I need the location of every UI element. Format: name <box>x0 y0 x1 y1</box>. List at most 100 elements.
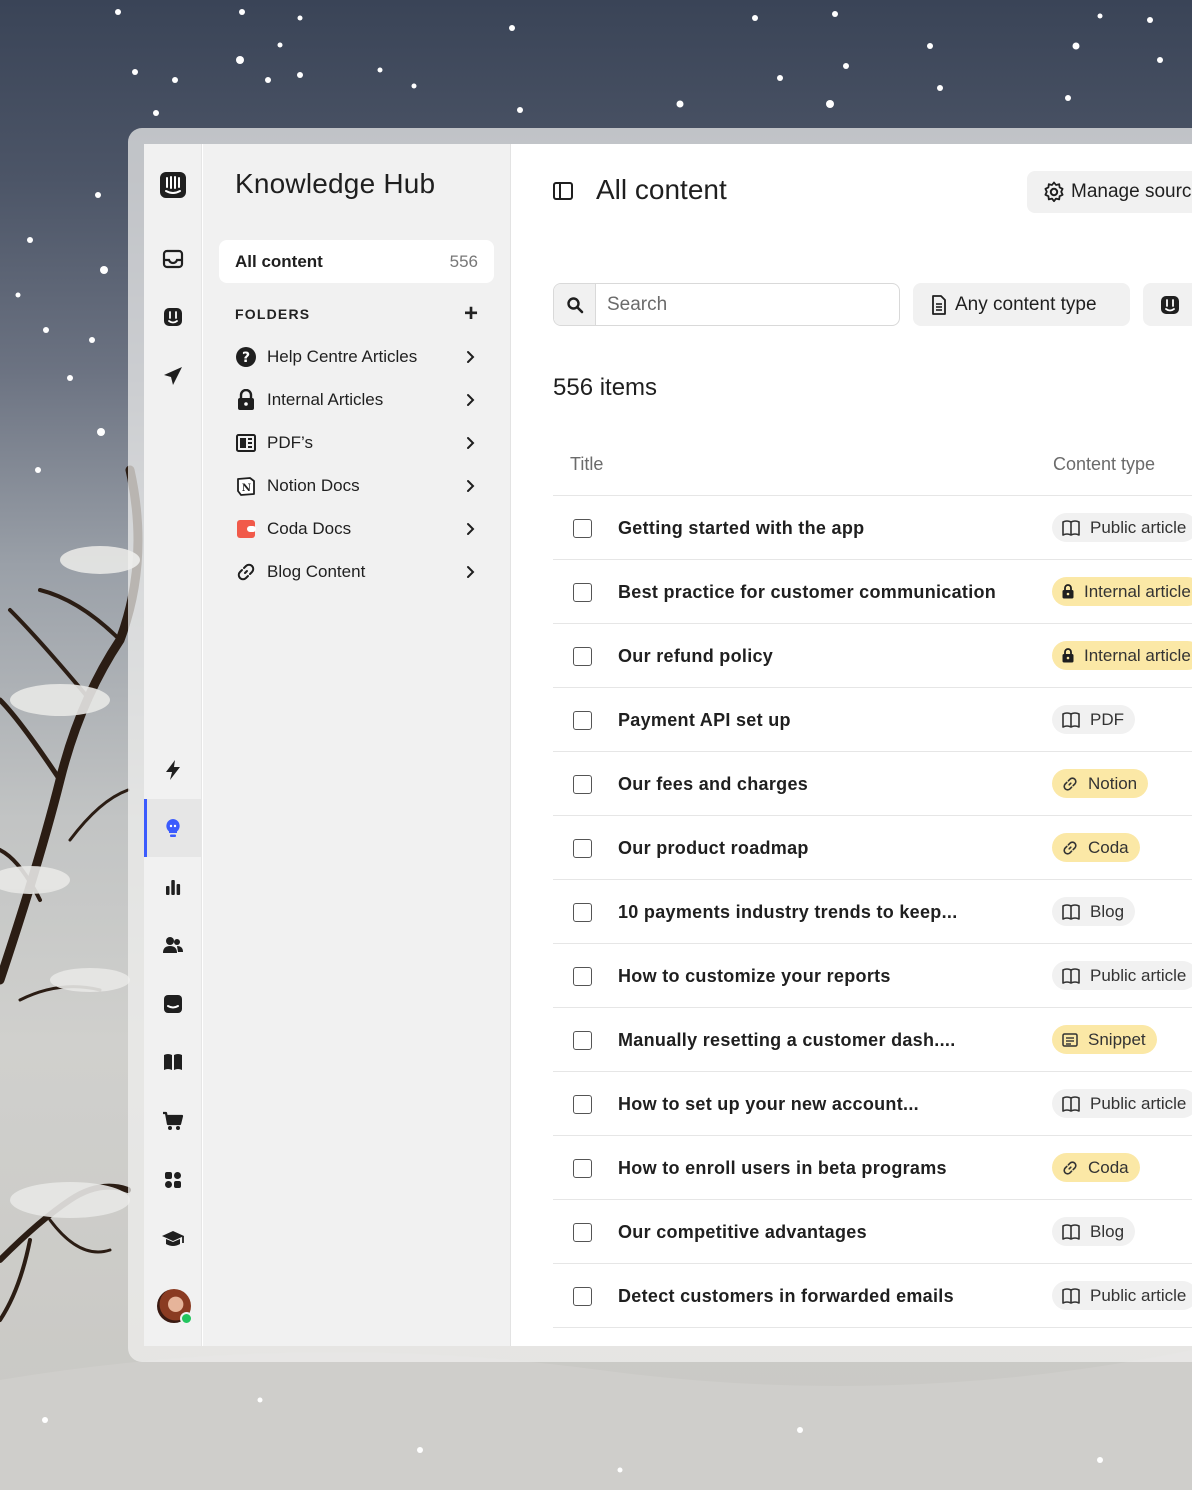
folder-notion-docs[interactable]: N Notion Docs <box>235 471 478 501</box>
table-row[interactable]: Manually resetting a customer dash.... Sn… <box>553 1008 1192 1072</box>
row-checkbox[interactable] <box>573 647 592 666</box>
row-checkbox[interactable] <box>573 1287 592 1306</box>
online-status-indicator <box>180 1312 193 1325</box>
content-type-filter[interactable]: Any content type <box>913 283 1130 326</box>
row-checkbox[interactable] <box>573 711 592 730</box>
table-row[interactable]: Our competitive advantages Blog <box>553 1200 1192 1264</box>
table-row[interactable]: 10 payments industry trends to keep... Bl… <box>553 880 1192 944</box>
content-type-label: PDF <box>1090 709 1124 729</box>
content-type-badge: Internal article <box>1052 577 1192 606</box>
add-folder-button[interactable]: + <box>464 302 478 326</box>
apps-icon[interactable] <box>144 1151 202 1209</box>
folder-pdfs[interactable]: PDF’s <box>235 428 478 458</box>
table-row[interactable]: Best practice for customer communication… <box>553 560 1192 624</box>
svg-text:?: ? <box>242 350 250 366</box>
row-title[interactable]: Manually resetting a customer dash.... <box>618 1030 956 1051</box>
folder-label: Coda Docs <box>267 519 352 538</box>
knowledge-sidebar: Knowledge Hub All content 556 FOLDERS + … <box>203 144 511 1346</box>
row-checkbox[interactable] <box>573 967 592 986</box>
book-icon <box>1062 1287 1085 1304</box>
lock-icon <box>1062 584 1079 599</box>
content-type-label: Internal article <box>1084 645 1191 665</box>
row-checkbox[interactable] <box>573 1095 592 1114</box>
table-row[interactable]: How to set up your new account... Public … <box>553 1072 1192 1136</box>
sidebar-item-all-content[interactable]: All content 556 <box>219 240 494 283</box>
table-row[interactable]: Our fees and charges Notion <box>553 752 1192 816</box>
table-row[interactable]: Our product roadmap Coda <box>553 816 1192 880</box>
row-title[interactable]: Our refund policy <box>618 646 773 667</box>
bolt-icon[interactable] <box>144 741 202 799</box>
manage-sources-button[interactable]: Manage sources <box>1027 171 1192 213</box>
fin-bot-icon[interactable] <box>144 288 202 346</box>
row-checkbox[interactable] <box>573 1223 592 1242</box>
cart-icon[interactable] <box>144 1092 202 1150</box>
column-header-title[interactable]: Title <box>570 454 603 475</box>
send-icon[interactable] <box>144 347 202 405</box>
app-logo-icon[interactable] <box>144 156 202 214</box>
chevron-right-icon <box>467 351 475 363</box>
content-type-badge: Snippet <box>1052 1025 1157 1054</box>
notion-icon: N <box>235 475 257 497</box>
folder-help-centre-articles[interactable]: ? Help Centre Articles <box>235 342 478 372</box>
icon-rail <box>144 144 202 1346</box>
table-row[interactable]: Our refund policy Internal article <box>553 624 1192 688</box>
table-row[interactable]: How to customize your reports Public arti… <box>553 944 1192 1008</box>
row-checkbox[interactable] <box>573 775 592 794</box>
main-content: All content Manage sources Search Any co… <box>511 144 1192 1346</box>
coda-icon <box>235 518 257 540</box>
folders-header: FOLDERS + <box>235 302 478 326</box>
lightbulb-icon[interactable] <box>144 799 202 857</box>
row-title[interactable]: Payment API set up <box>618 710 791 731</box>
row-checkbox[interactable] <box>573 519 592 538</box>
table-row[interactable]: Payment API set up PDF <box>553 688 1192 752</box>
additional-filter-button[interactable] <box>1143 283 1192 326</box>
row-title[interactable]: Detect customers in forwarded emails <box>618 1286 954 1307</box>
content-type-label: Notion <box>1088 773 1138 793</box>
inbox-icon[interactable] <box>144 230 202 288</box>
chevron-right-icon <box>467 523 475 535</box>
row-checkbox[interactable] <box>573 839 592 858</box>
reports-icon[interactable] <box>144 858 202 916</box>
table-row[interactable]: How to enroll users in beta programs Coda <box>553 1136 1192 1200</box>
search-icon[interactable] <box>554 284 596 325</box>
book-icon[interactable] <box>144 1033 202 1091</box>
column-header-content-type[interactable]: Content type <box>1053 454 1155 475</box>
content-type-label: Coda <box>1088 837 1129 857</box>
chevron-right-icon <box>467 394 475 406</box>
row-title[interactable]: How to customize your reports <box>618 966 891 987</box>
row-title[interactable]: Our competitive advantages <box>618 1222 867 1243</box>
toggle-sidebar-icon[interactable] <box>553 182 573 200</box>
row-checkbox[interactable] <box>573 583 592 602</box>
row-title[interactable]: Best practice for customer communication <box>618 582 996 603</box>
table-row[interactable]: Detect customers in forwarded emails Publ… <box>553 1264 1192 1328</box>
content-type-label: Public article <box>1090 1285 1187 1305</box>
table-row[interactable]: Getting started with the app Public artic… <box>553 496 1192 560</box>
folder-label: Help Centre Articles <box>267 347 418 366</box>
search-input[interactable]: Search <box>553 283 900 326</box>
content-type-badge: Blog <box>1052 1217 1136 1246</box>
content-type-badge: Coda <box>1052 1153 1140 1182</box>
row-checkbox[interactable] <box>573 1031 592 1050</box>
row-checkbox[interactable] <box>573 903 592 922</box>
row-checkbox[interactable] <box>573 1159 592 1178</box>
folder-coda-docs[interactable]: Coda Docs <box>235 514 478 544</box>
fin-bot-icon <box>1161 295 1179 314</box>
contacts-icon[interactable] <box>144 916 202 974</box>
folder-internal-articles[interactable]: Internal Articles <box>235 385 478 415</box>
content-type-badge: Public article <box>1052 961 1192 990</box>
avatar[interactable] <box>157 1289 193 1325</box>
book-icon <box>1062 711 1085 728</box>
row-title[interactable]: 10 payments industry trends to keep... <box>618 902 958 923</box>
academy-icon[interactable] <box>144 1210 202 1268</box>
folder-blog-content[interactable]: Blog Content <box>235 557 478 587</box>
row-title[interactable]: How to set up your new account... <box>618 1094 919 1115</box>
link-icon <box>1062 1160 1083 1176</box>
row-title[interactable]: How to enroll users in beta programs <box>618 1158 947 1179</box>
row-title[interactable]: Our fees and charges <box>618 774 808 795</box>
row-title[interactable]: Our product roadmap <box>618 838 809 859</box>
content-type-label: Public article <box>1090 1093 1187 1113</box>
book-icon <box>1062 1095 1085 1112</box>
messenger-icon[interactable] <box>144 975 202 1033</box>
row-title[interactable]: Getting started with the app <box>618 518 864 539</box>
content-type-badge: Internal article <box>1052 641 1192 670</box>
